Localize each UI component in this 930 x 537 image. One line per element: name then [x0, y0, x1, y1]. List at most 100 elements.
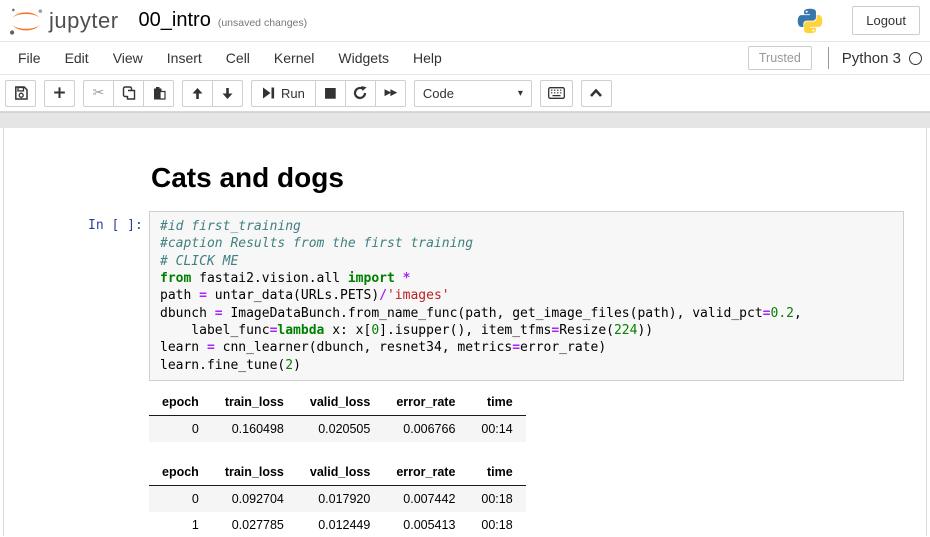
column-header: error_rate — [383, 459, 468, 486]
table-row: 10.0277850.0124490.00541300:18 — [149, 512, 526, 536]
code-line: learn.fine_tune(2) — [160, 357, 893, 374]
step-forward-icon — [262, 87, 275, 99]
column-header: time — [468, 389, 525, 416]
table-row: 00.0927040.0179200.00744200:18 — [149, 485, 526, 512]
jupyter-logo-text: jupyter — [49, 8, 119, 34]
menubar-divider — [828, 47, 829, 69]
chevron-down-icon: ▾ — [518, 88, 523, 99]
column-header: train_loss — [212, 459, 297, 486]
column-header: train_loss — [212, 389, 297, 416]
fast-forward-icon: ▶▶ — [384, 89, 396, 98]
kernel-idle-indicator-icon — [909, 52, 922, 65]
scissors-icon: ✂ — [93, 86, 105, 100]
code-line: from fastai2.vision.all import * — [160, 270, 893, 287]
command-palette-button[interactable] — [540, 80, 573, 107]
refresh-icon — [353, 86, 367, 100]
table-cell: 00:18 — [468, 512, 525, 536]
code-line: #id first_training — [160, 218, 893, 235]
menu-cell[interactable]: Cell — [214, 42, 262, 74]
cell-type-value: Code — [423, 86, 454, 101]
code-line: # CLICK ME — [160, 253, 893, 270]
training-table-2-wrap: epochtrain_lossvalid_losserror_ratetime0… — [149, 459, 926, 536]
plus-icon: + — [52, 85, 66, 102]
save-button[interactable] — [5, 80, 36, 107]
menu-view[interactable]: View — [101, 42, 155, 74]
jupyter-logo[interactable]: jupyter — [8, 5, 119, 37]
cut-cell-button[interactable]: ✂ — [83, 80, 114, 107]
cell-type-dropdown[interactable]: Code ▾ — [414, 80, 532, 107]
chevron-up-icon — [589, 88, 603, 98]
training-results-table: epochtrain_lossvalid_losserror_ratetime0… — [149, 459, 526, 536]
copy-cell-button[interactable] — [113, 80, 144, 107]
notebook-container: Cats and dogs In [ ]: #id first_training… — [3, 128, 927, 536]
notebook-title[interactable]: 00_intro — [139, 9, 211, 32]
menu-insert[interactable]: Insert — [155, 42, 214, 74]
move-cell-up-button[interactable] — [182, 80, 213, 107]
restart-run-all-button[interactable]: ▶▶ — [375, 80, 406, 107]
move-cell-down-button[interactable] — [212, 80, 243, 107]
toolbar: + ✂ — [0, 75, 930, 112]
input-prompt: In [ ]: — [88, 211, 149, 381]
interrupt-kernel-button[interactable]: ■ — [315, 80, 346, 107]
table-cell: 0.027785 — [212, 512, 297, 536]
output-area: epochtrain_lossvalid_losserror_ratetime0… — [149, 389, 926, 536]
keyboard-icon — [548, 87, 565, 99]
table-cell: 0.017920 — [297, 485, 383, 512]
column-header: valid_loss — [297, 459, 383, 486]
jupyter-logo-icon — [8, 5, 44, 37]
table-cell: 0 — [149, 485, 212, 512]
menubar: File Edit View Insert Cell Kernel Widget… — [0, 41, 930, 75]
table-cell: 0.007442 — [383, 485, 468, 512]
insert-cell-below-button[interactable]: + — [44, 80, 75, 107]
section-heading: Cats and dogs — [151, 162, 904, 194]
column-header: error_rate — [383, 389, 468, 416]
run-cell-button[interactable]: Run — [251, 80, 316, 107]
code-input-area[interactable]: #id first_training#caption Results from … — [149, 211, 904, 381]
logout-button[interactable]: Logout — [852, 6, 920, 35]
code-line: label_func=lambda x: x[0].isupper(), ite… — [160, 322, 893, 339]
code-line: path = untar_data(URLs.PETS)/'images' — [160, 287, 893, 304]
column-header: time — [468, 459, 525, 486]
paste-icon — [152, 86, 166, 100]
code-cell: In [ ]: #id first_training#caption Resul… — [4, 211, 926, 381]
menu-file[interactable]: File — [6, 42, 53, 74]
save-icon — [14, 86, 28, 100]
python-logo-icon — [796, 7, 824, 35]
column-header: valid_loss — [297, 389, 383, 416]
menu-kernel[interactable]: Kernel — [262, 42, 326, 74]
column-header: epoch — [149, 389, 212, 416]
trusted-button[interactable]: Trusted — [748, 46, 812, 70]
site-background-band — [0, 112, 930, 128]
toolbar-toggle-button[interactable] — [581, 80, 612, 107]
column-header: epoch — [149, 459, 212, 486]
restart-kernel-button[interactable] — [345, 80, 376, 107]
code-line: #caption Results from the first training — [160, 235, 893, 252]
stop-icon: ■ — [324, 86, 337, 100]
header-bar: jupyter 00_intro (unsaved changes) Logou… — [0, 0, 930, 41]
menu-help[interactable]: Help — [401, 42, 454, 74]
table-cell: 0.160498 — [212, 415, 297, 442]
menu-edit[interactable]: Edit — [53, 42, 101, 74]
table-cell: 1 — [149, 512, 212, 536]
table-row: 00.1604980.0205050.00676600:14 — [149, 415, 526, 442]
training-table-1-wrap: epochtrain_lossvalid_losserror_ratetime0… — [149, 389, 926, 442]
markdown-prompt — [88, 162, 149, 211]
run-button-label: Run — [281, 86, 305, 101]
markdown-cell[interactable]: Cats and dogs — [4, 162, 926, 211]
table-cell: 0.006766 — [383, 415, 468, 442]
paste-cell-button[interactable] — [143, 80, 174, 107]
training-results-table: epochtrain_lossvalid_losserror_ratetime0… — [149, 389, 526, 442]
table-cell: 0.012449 — [297, 512, 383, 536]
table-cell: 0.092704 — [212, 485, 297, 512]
checkpoint-status: (unsaved changes) — [218, 17, 307, 29]
arrow-up-icon — [191, 87, 204, 100]
table-cell: 00:14 — [468, 415, 525, 442]
code-line: learn = cnn_learner(dbunch, resnet34, me… — [160, 339, 893, 356]
table-cell: 0.020505 — [297, 415, 383, 442]
table-cell: 00:18 — [468, 485, 525, 512]
menu-widgets[interactable]: Widgets — [326, 42, 401, 74]
kernel-name: Python 3 — [842, 50, 901, 67]
code-line: dbunch = ImageDataBunch.from_name_func(p… — [160, 305, 893, 322]
table-cell: 0 — [149, 415, 212, 442]
copy-icon — [122, 86, 136, 100]
